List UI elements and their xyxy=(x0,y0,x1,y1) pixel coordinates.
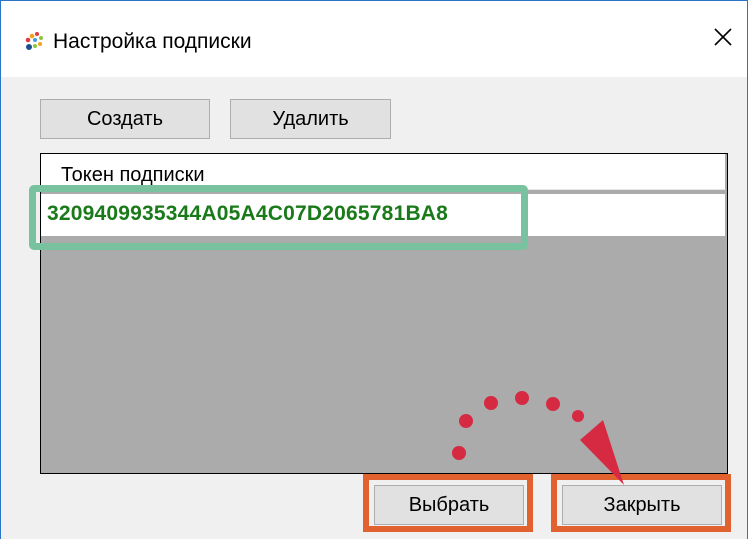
token-value: 3209409935344A05A4C07D2065781BA8 xyxy=(47,202,449,225)
close-button[interactable]: Закрыть xyxy=(562,485,722,525)
subscription-settings-window: Настройка подписки Создать Удалить Токен… xyxy=(0,0,748,539)
close-icon[interactable] xyxy=(705,19,741,55)
table-row[interactable]: 3209409935344A05A4C07D2065781BA8 xyxy=(41,194,725,236)
subscription-token-list[interactable]: Токен подписки 3209409935344A05A4C07D206… xyxy=(40,153,728,474)
window-title: Настройка подписки xyxy=(53,30,252,53)
column-header-label: Токен подписки xyxy=(61,164,205,186)
select-button[interactable]: Выбрать xyxy=(374,485,524,525)
title-bar: Настройка подписки xyxy=(1,1,747,77)
create-button[interactable]: Создать xyxy=(40,99,210,139)
delete-button[interactable]: Удалить xyxy=(230,99,391,139)
app-logo-icon xyxy=(25,32,43,50)
column-header-token[interactable]: Токен подписки xyxy=(41,154,725,190)
